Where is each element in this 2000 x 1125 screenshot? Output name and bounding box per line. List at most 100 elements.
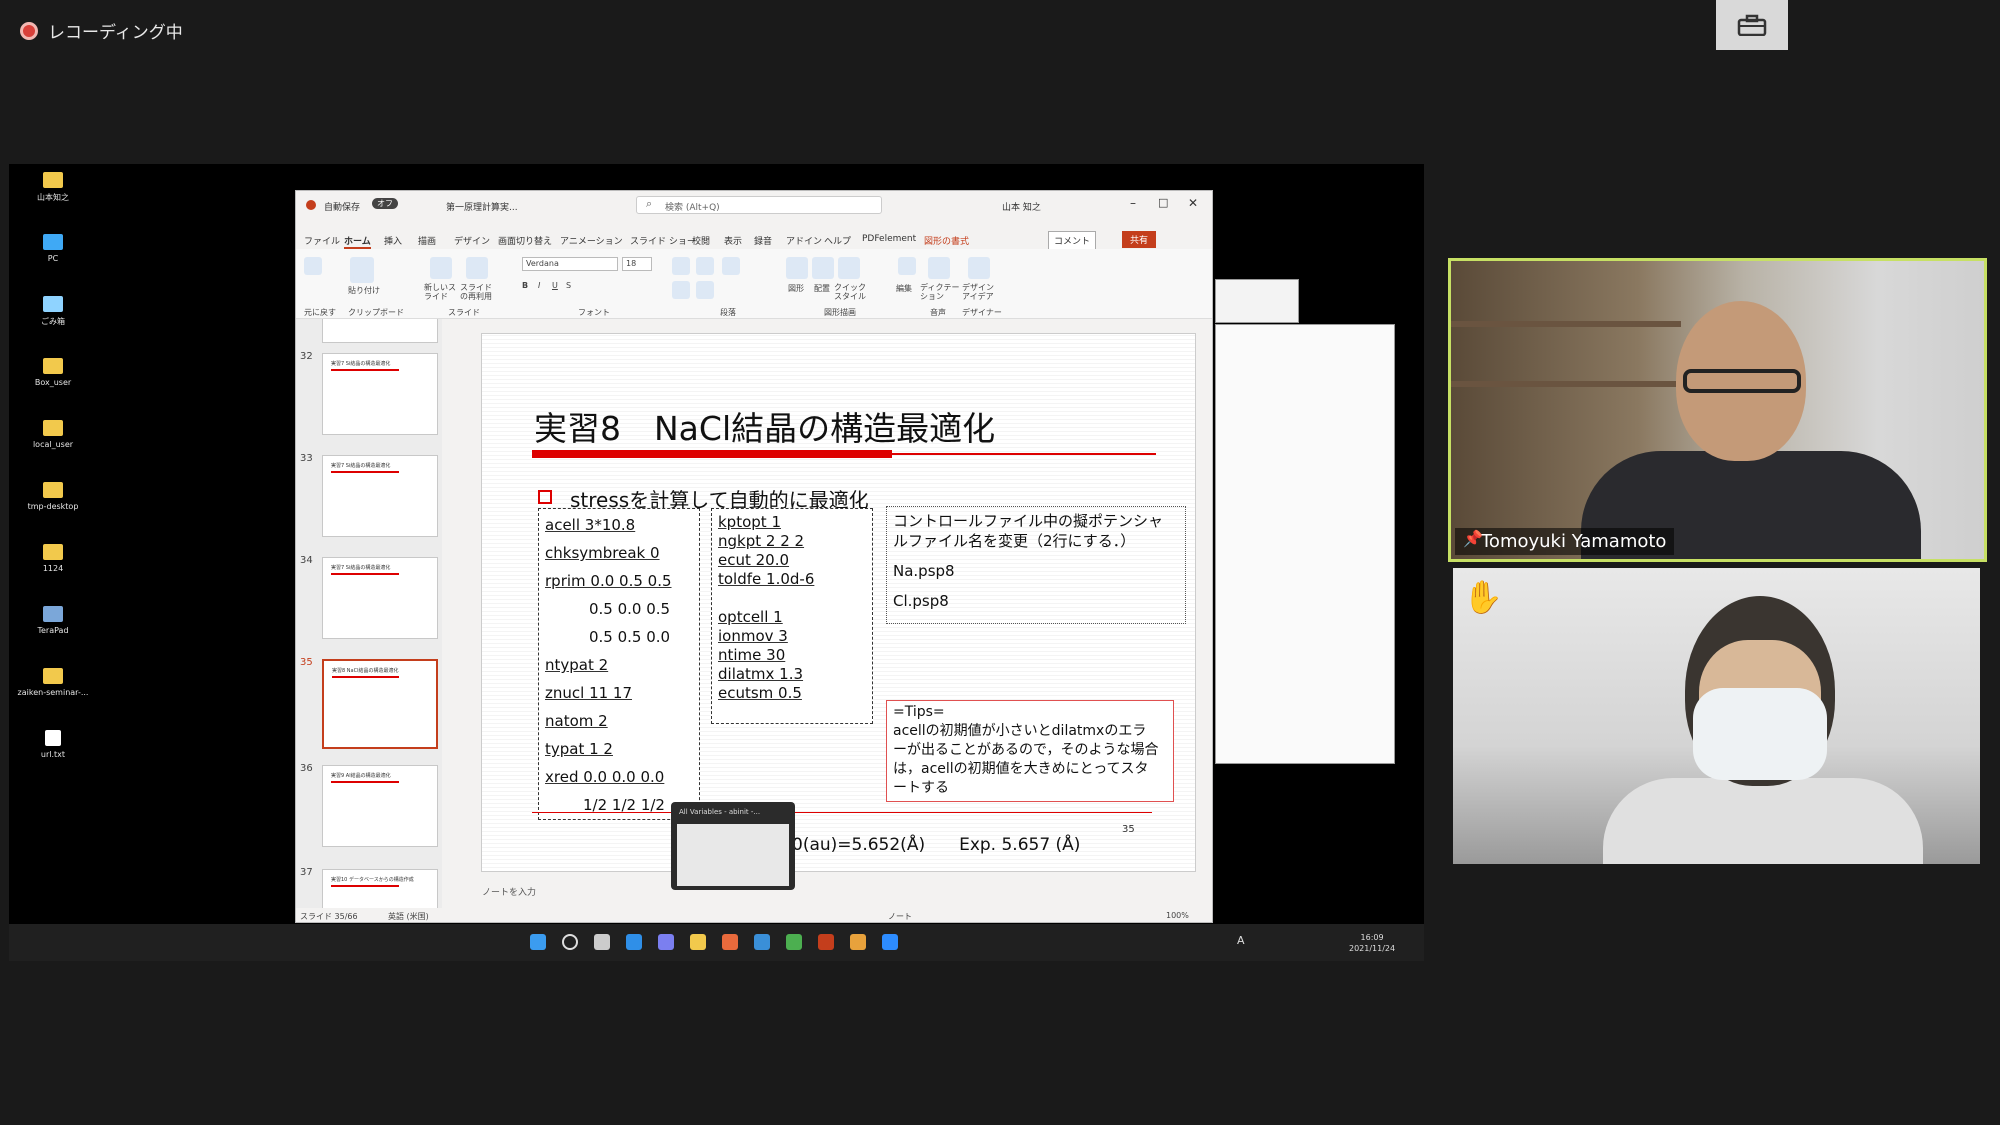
- slide-thumbnail[interactable]: 実習7 Si結晶の構造最適化: [322, 455, 438, 537]
- input-params-box-2[interactable]: kptopt 1 ngkpt 2 2 2 ecut 20.0 toldfe 1.…: [711, 508, 873, 724]
- bold-button[interactable]: B: [522, 281, 528, 290]
- ime-indicator[interactable]: A: [1237, 934, 1245, 947]
- tab-file[interactable]: ファイル: [304, 234, 340, 247]
- desktop-icon[interactable]: TeraPad: [17, 606, 89, 635]
- chat-icon[interactable]: [658, 934, 674, 950]
- align-center-icon[interactable]: [696, 281, 714, 299]
- note-line: Na.psp8: [893, 562, 955, 580]
- code-line: 0.5 0.0 0.5: [589, 600, 671, 618]
- share-button[interactable]: 共有: [1122, 231, 1157, 248]
- tab-pdfelement[interactable]: PDFelement: [862, 234, 916, 244]
- font-name-select[interactable]: Verdana: [522, 257, 618, 271]
- desktop-icon[interactable]: url.txt: [17, 730, 89, 759]
- close-button[interactable]: ✕: [1188, 196, 1198, 210]
- notes-input[interactable]: ノートを入力: [442, 881, 1196, 901]
- desktop-icon[interactable]: ごみ箱: [17, 296, 89, 327]
- slide-canvas[interactable]: 実習8 NaCl結晶の構造最適化 stressを計算して自動的に最適化 acel…: [481, 333, 1196, 872]
- tab-insert[interactable]: 挿入: [384, 234, 402, 247]
- code-line: natom 2: [545, 712, 608, 730]
- paste-icon[interactable]: [350, 257, 374, 283]
- shapes-icon[interactable]: [786, 257, 808, 279]
- app-icon[interactable]: [786, 934, 802, 950]
- file-explorer-icon[interactable]: [690, 934, 706, 950]
- thumbnail-number: 35: [300, 657, 313, 668]
- comment-button[interactable]: コメント: [1048, 231, 1097, 250]
- tab-addins[interactable]: アドイン: [786, 234, 822, 247]
- slide-thumbnail[interactable]: [322, 319, 438, 343]
- reuse-slides-icon[interactable]: [466, 257, 488, 279]
- quick-styles-icon[interactable]: [838, 257, 860, 279]
- firefox-icon[interactable]: [722, 934, 738, 950]
- recording-label: レコーディング中: [48, 23, 183, 43]
- autosave-toggle[interactable]: オフ: [372, 198, 398, 209]
- zoom-icon[interactable]: [882, 934, 898, 950]
- tab-design[interactable]: デザイン: [454, 234, 490, 247]
- tab-animations[interactable]: アニメーション: [560, 234, 623, 247]
- task-view-icon[interactable]: [594, 934, 610, 950]
- align-left-icon[interactable]: [672, 281, 690, 299]
- designer-icon[interactable]: [968, 257, 990, 279]
- italic-button[interactable]: I: [538, 281, 540, 290]
- tab-record[interactable]: 録音: [754, 234, 772, 247]
- search-icon[interactable]: [562, 934, 578, 950]
- maximize-button[interactable]: □: [1158, 196, 1168, 209]
- tab-transitions[interactable]: 画面切り替え: [498, 234, 552, 247]
- numbering-icon[interactable]: [696, 257, 714, 275]
- input-params-box-1[interactable]: acell 3*10.8 chksymbreak 0 rprim 0.0 0.5…: [538, 508, 700, 820]
- arrange-icon[interactable]: [812, 257, 834, 279]
- desktop-icon[interactable]: Box_user: [17, 358, 89, 387]
- taskbar-preview[interactable]: All Variables - abinit -...: [671, 802, 795, 890]
- desktop-icon[interactable]: 山本知之: [17, 172, 89, 203]
- bullets-icon[interactable]: [672, 257, 690, 275]
- tab-draw[interactable]: 描画: [418, 234, 436, 247]
- start-icon[interactable]: [530, 934, 546, 950]
- slide-thumbnail[interactable]: 実習7 Si結晶の構造最適化: [322, 353, 438, 435]
- slide-thumbnail[interactable]: 実習7 Si結晶の構造最適化: [322, 557, 438, 639]
- note-line: コントロールファイル中の擬ポテンシャ: [893, 512, 1164, 530]
- tab-home[interactable]: ホーム: [344, 234, 371, 249]
- new-slide-icon[interactable]: [430, 257, 452, 279]
- firefox-icon[interactable]: [850, 934, 866, 950]
- desktop-icon[interactable]: local_user: [17, 420, 89, 449]
- notes-toggle[interactable]: ノート: [888, 911, 912, 922]
- toolbox-button[interactable]: [1716, 0, 1788, 50]
- language-indicator[interactable]: 英語 (米国): [388, 911, 429, 922]
- microphone-icon[interactable]: [928, 257, 950, 279]
- slide-title[interactable]: 実習8 NaCl結晶の構造最適化: [534, 402, 995, 450]
- tab-slideshow[interactable]: スライド ショー: [630, 234, 696, 247]
- result-text[interactable]: 0(au)=5.652(Å) Exp. 5.657 (Å): [792, 830, 1080, 855]
- participant-video-tile[interactable]: ✋: [1453, 568, 1980, 864]
- slide-thumbnail-selected[interactable]: 実習8 NaCl結晶の構造最適化: [322, 659, 438, 749]
- find-icon[interactable]: [898, 257, 916, 275]
- reuse-slides-label: スライドの再利用: [460, 283, 492, 301]
- desktop-icon[interactable]: zaiken-seminar-...: [17, 668, 89, 697]
- zoom-level[interactable]: 100%: [1166, 911, 1189, 920]
- line-spacing-icon[interactable]: [722, 257, 740, 275]
- tab-review[interactable]: 校閲: [692, 234, 710, 247]
- tips-box[interactable]: =Tips= acellの初期値が小さいとdilatmxのエラ ーが出ることがあ…: [886, 700, 1174, 802]
- participant-video-tile[interactable]: Tomoyuki Yamamoto 📌: [1448, 258, 1987, 562]
- background-window[interactable]: [1215, 324, 1395, 764]
- minimize-button[interactable]: –: [1130, 196, 1136, 210]
- desktop-icon[interactable]: PC: [17, 234, 89, 263]
- powerpoint-icon[interactable]: [818, 934, 834, 950]
- underline-button[interactable]: U: [552, 281, 558, 290]
- background-window[interactable]: [1215, 279, 1299, 323]
- desktop-icon[interactable]: tmp-desktop: [17, 482, 89, 511]
- pseudopotential-note-box[interactable]: コントロールファイル中の擬ポテンシャ ルファイル名を変更（2行にする．） Na.…: [886, 506, 1186, 624]
- undo-icon[interactable]: [304, 257, 322, 275]
- slide-thumbnail[interactable]: 実習9 Al結晶の構造最適化: [322, 765, 438, 847]
- edge-icon[interactable]: [754, 934, 770, 950]
- code-line: typat 1 2: [545, 740, 613, 758]
- tab-view[interactable]: 表示: [724, 234, 742, 247]
- slide-thumbnail[interactable]: 実習10 データベースからの構造作成: [322, 869, 438, 908]
- clock[interactable]: 16:09 2021/11/24: [1349, 932, 1395, 954]
- search-input[interactable]: 検索 (Alt+Q): [636, 196, 882, 214]
- tab-shape-format[interactable]: 図形の書式: [924, 234, 969, 247]
- widgets-icon[interactable]: [626, 934, 642, 950]
- font-size-select[interactable]: 18: [622, 257, 652, 271]
- tab-help[interactable]: ヘルプ: [824, 234, 851, 247]
- desktop-icon[interactable]: 1124: [17, 544, 89, 573]
- shadow-button[interactable]: S: [566, 281, 571, 290]
